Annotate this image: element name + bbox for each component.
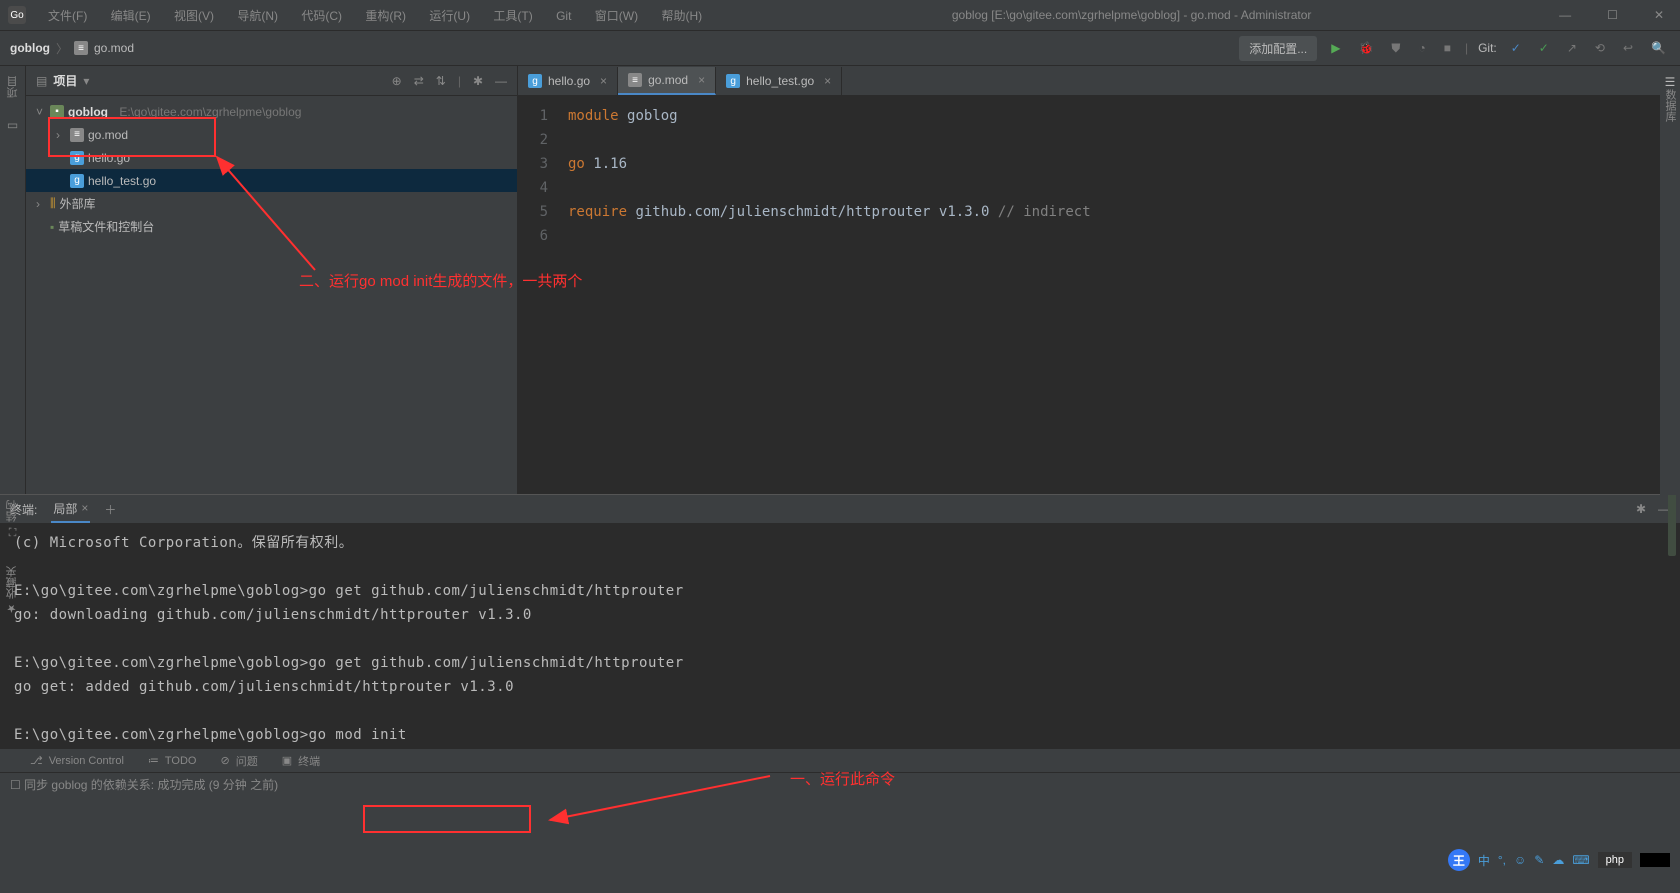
navbar: goblog 〉 ≡ go.mod 添加配置... ▶ 🐞 ⛊ ◔ ■ | Gi…: [0, 30, 1680, 66]
tree-scratches[interactable]: ▪ 草稿文件和控制台: [26, 215, 517, 238]
collapse-icon[interactable]: ⇅: [436, 74, 446, 88]
status-text: 同步 goblog 的依赖关系: 成功完成 (9 分钟 之前): [24, 778, 278, 792]
ime-keyboard-icon[interactable]: ⌨: [1572, 853, 1589, 867]
close-icon[interactable]: ×: [698, 73, 705, 87]
code-editor[interactable]: 123456 module goblog go 1.16 require git…: [518, 96, 1680, 494]
menu-view[interactable]: 视图(V): [174, 9, 214, 23]
left-bottom-tool-tabs[interactable]: ★ 收藏夹 ⛶ 结构: [4, 500, 20, 615]
breadcrumb[interactable]: goblog 〉 ≡ go.mod: [10, 40, 134, 57]
structure-tab[interactable]: ⛶ 结构: [4, 500, 20, 536]
git-update-icon[interactable]: ✓: [1507, 41, 1525, 55]
php-badge: php: [1598, 852, 1632, 868]
close-icon[interactable]: ×: [600, 74, 607, 88]
stop-icon[interactable]: ■: [1440, 41, 1455, 55]
menu-code[interactable]: 代码(C): [301, 9, 342, 23]
tab-hellotest[interactable]: ghello_test.go×: [716, 67, 842, 95]
revert-icon[interactable]: ↩: [1619, 41, 1637, 55]
terminal-settings-icon[interactable]: ✱: [1636, 502, 1646, 516]
editor-tabs[interactable]: ghello.go× ≡go.mod× ghello_test.go×: [518, 66, 1680, 96]
tree-external-libs[interactable]: ›⫼ 外部库: [26, 192, 517, 215]
menu-edit[interactable]: 编辑(E): [111, 9, 151, 23]
menu-git[interactable]: Git: [556, 9, 571, 23]
breadcrumb-root[interactable]: goblog: [10, 41, 50, 55]
tab-gomod[interactable]: ≡go.mod×: [618, 67, 716, 95]
ime-punct-icon[interactable]: °,: [1498, 853, 1506, 867]
add-terminal-button[interactable]: ＋: [104, 501, 116, 518]
maximize-button[interactable]: ☐: [1599, 8, 1626, 22]
tree-file-hellotest[interactable]: g hello_test.go: [26, 169, 517, 192]
project-pane-title: 项目: [53, 72, 77, 89]
status-bar: ☐ 同步 goblog 的依赖关系: 成功完成 (9 分钟 之前): [0, 772, 1680, 796]
app-logo: Go: [8, 6, 26, 24]
expand-icon[interactable]: ⇄: [414, 74, 424, 88]
annotation-box-2: [363, 805, 531, 833]
line-gutter: 123456: [518, 96, 558, 494]
git-commit-icon[interactable]: ✓: [1535, 41, 1553, 55]
menu-refactor[interactable]: 重构(R): [365, 9, 406, 23]
settings-icon[interactable]: ✱: [473, 74, 483, 88]
right-tool-gutter: ☰ 数据库: [1660, 67, 1680, 495]
tab-version-control[interactable]: ⎇Version Control: [30, 754, 124, 767]
locate-icon[interactable]: ⊕: [392, 74, 402, 88]
tree-file-hello[interactable]: g hello.go: [26, 146, 517, 169]
coverage-icon[interactable]: ⛊: [1387, 41, 1404, 56]
tab-problems[interactable]: ⊘问题: [220, 753, 257, 769]
git-push-icon[interactable]: ↗: [1563, 41, 1581, 55]
ime-edit-icon[interactable]: ✎: [1534, 853, 1544, 867]
menu-window[interactable]: 窗口(W): [595, 9, 638, 23]
badge-icon: 王: [1448, 849, 1470, 871]
black-box: [1640, 853, 1670, 867]
menu-help[interactable]: 帮助(H): [661, 9, 702, 23]
tab-terminal[interactable]: ▣终端: [282, 753, 320, 769]
tree-file-gomod[interactable]: ›≡ go.mod: [26, 123, 517, 146]
run-icon[interactable]: ▶: [1327, 41, 1344, 55]
breadcrumb-file[interactable]: go.mod: [94, 41, 134, 55]
tab-todo[interactable]: ≔TODO: [148, 754, 197, 767]
close-button[interactable]: ✕: [1646, 8, 1672, 22]
search-icon[interactable]: 🔍: [1647, 41, 1670, 55]
code-content[interactable]: module goblog go 1.16 require github.com…: [558, 96, 1662, 494]
tree-root[interactable]: ˅▪ goblog E:\go\gitee.com\zgrhelpme\gobl…: [26, 100, 517, 123]
git-history-icon[interactable]: ⟲: [1591, 41, 1609, 55]
favorites-tab[interactable]: ★ 收藏夹: [4, 566, 20, 615]
debug-icon[interactable]: 🐞: [1354, 41, 1377, 55]
terminal-panel: 终端: 局部 × ＋ ✱ — (c) Microsoft Corporation…: [0, 494, 1680, 748]
ime-emoji-icon[interactable]: ☺: [1514, 853, 1526, 867]
tab-hello[interactable]: ghello.go×: [518, 67, 618, 95]
ime-tray: 王 中 °, ☺ ✎ ☁ ⌨ php: [1448, 849, 1670, 871]
terminal-tab-local[interactable]: 局部 ×: [51, 496, 90, 523]
add-configuration-button[interactable]: 添加配置...: [1239, 36, 1317, 61]
close-icon[interactable]: ×: [824, 74, 831, 88]
file-icon: ≡: [74, 41, 88, 55]
menu-run[interactable]: 运行(U): [429, 9, 470, 23]
project-tool-tab[interactable]: 项目: [5, 76, 21, 98]
menu-tools[interactable]: 工具(T): [493, 9, 532, 23]
bottom-tool-tabs[interactable]: ⎇Version Control ≔TODO ⊘问题 ▣终端: [0, 748, 1680, 772]
database-tool-tab[interactable]: ☰: [1665, 75, 1676, 89]
minimize-button[interactable]: —: [1551, 8, 1579, 22]
terminal-output[interactable]: (c) Microsoft Corporation。保留所有权利。 E:\go\…: [0, 523, 1680, 748]
git-label: Git:: [1478, 41, 1497, 55]
profile-icon[interactable]: ◔: [1414, 41, 1429, 55]
hide-icon[interactable]: —: [495, 74, 507, 88]
menu-file[interactable]: 文件(F): [48, 9, 87, 23]
left-tool-gutter: 项目 ▭: [0, 66, 26, 494]
project-tree[interactable]: ˅▪ goblog E:\go\gitee.com\zgrhelpme\gobl…: [26, 96, 517, 238]
main-menu[interactable]: 文件(F) 编辑(E) 视图(V) 导航(N) 代码(C) 重构(R) 运行(U…: [38, 7, 712, 24]
ime-lang-icon[interactable]: 中: [1478, 852, 1490, 869]
window-title: goblog [E:\go\gitee.com\zgrhelpme\goblog…: [712, 8, 1551, 22]
project-tool-window: ▤ 项目 ▾ ⊕ ⇄ ⇅ | ✱ — ˅▪ goblog E:\go\gitee…: [26, 66, 518, 494]
titlebar: Go 文件(F) 编辑(E) 视图(V) 导航(N) 代码(C) 重构(R) 运…: [0, 0, 1680, 30]
ime-cloud-icon[interactable]: ☁: [1552, 853, 1564, 867]
menu-navigate[interactable]: 导航(N): [237, 9, 278, 23]
